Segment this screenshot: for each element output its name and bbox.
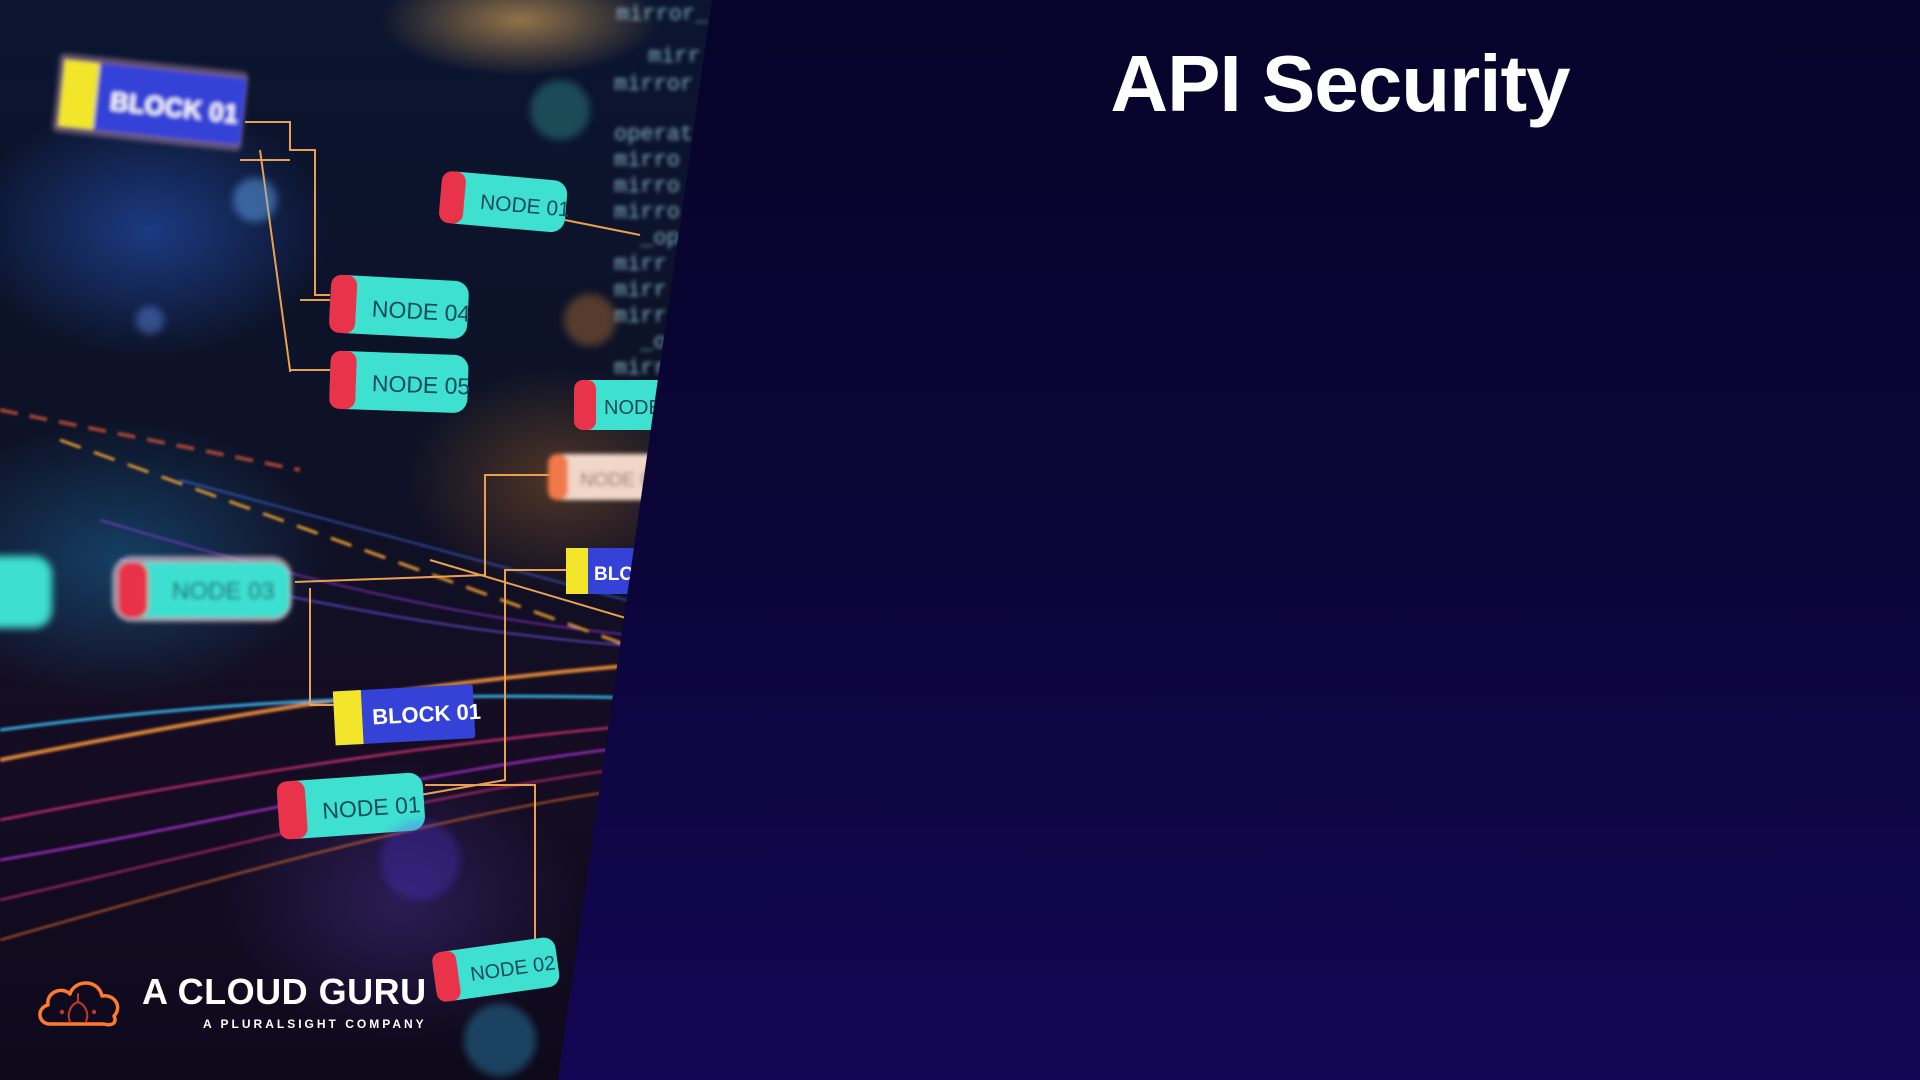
code-line: _op [639, 330, 680, 355]
svg-text:NODE 04: NODE 04 [371, 296, 471, 327]
code-line: operat [614, 122, 693, 147]
code-column: mirror_ mirr mirror operat mirro mirro m… [614, 2, 709, 381]
brand-logo: A CLOUD GURU A PLURALSIGHT COMPANY [32, 972, 427, 1032]
node-label: NODE 05 [329, 350, 471, 413]
block-label: BLOCK 01 [332, 684, 482, 746]
code-line: mirr [614, 356, 667, 381]
page-title: API Security [1110, 39, 1570, 128]
code-line: mirror [614, 72, 693, 97]
svg-text:BLOC: BLOC [594, 564, 648, 585]
svg-text:NODE 05: NODE 05 [371, 370, 470, 399]
node-label: NODE 02 [432, 937, 560, 1002]
block-label-top: BLOCK 01 [52, 52, 249, 152]
network-diagram-artwork: mirror_ mirr mirror operat mirro mirro m… [0, 0, 712, 1080]
code-line: mirro [614, 200, 680, 225]
code-line: mirror_ [616, 2, 709, 27]
code-line: mirro [614, 174, 680, 199]
brand-tagline: A PLURALSIGHT COMPANY [202, 1017, 427, 1031]
svg-text:NODE: NODE [604, 397, 662, 419]
code-line: mirr [614, 278, 667, 303]
svg-text:NODE 03: NODE 03 [172, 578, 275, 605]
brand-text: A CLOUD GURU A PLURALSIGHT COMPANY [142, 972, 427, 1032]
svg-text:NODE 0: NODE 0 [580, 470, 651, 491]
cloud-icon [38, 981, 120, 1027]
code-line: mirro [614, 148, 680, 173]
code-line: mirr [648, 44, 701, 69]
node-label: NODE 04 [329, 274, 471, 339]
slide: mirror_ mirr mirror operat mirro mirro m… [0, 0, 1920, 1080]
artwork-svg: mirror_ mirr mirror operat mirro mirro m… [0, 2, 709, 1076]
code-line: mirr [614, 252, 667, 277]
node-label-partial: NODE 0 [548, 454, 668, 500]
node-label: NODE 03 [112, 556, 292, 622]
node-label-blurred [0, 556, 52, 628]
code-line: _ope [639, 226, 693, 251]
block-label-partial: BLOC [566, 548, 676, 594]
node-label-top: NODE 01 [439, 171, 571, 233]
brand-name: A CLOUD GURU [142, 971, 427, 1012]
node-label-partial: NODE [574, 380, 684, 430]
code-line: mirr [614, 304, 667, 329]
